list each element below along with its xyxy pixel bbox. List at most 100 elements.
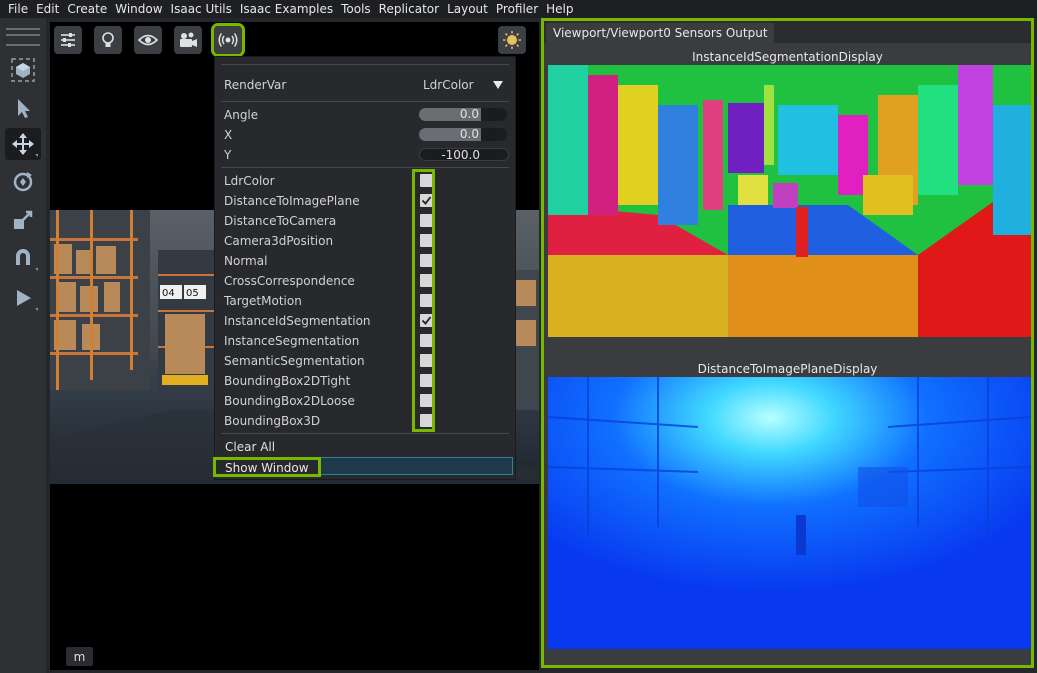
toolbar-grip[interactable] (6, 28, 40, 46)
rendervar-row[interactable]: DistanceToCamera (215, 211, 515, 231)
eye-icon (138, 34, 158, 46)
window-footer (544, 651, 1031, 665)
rendervar-row[interactable]: InstanceIdSegmentation (215, 311, 515, 331)
rendervar-dropdown[interactable]: LdrColor (423, 78, 474, 92)
viewport-lighting-button[interactable] (94, 26, 122, 54)
rendervar-option-label: CrossCorrespondence (224, 274, 355, 288)
rotate-icon (13, 172, 33, 192)
snap-magnet-icon (16, 249, 30, 265)
rendervar-label: RenderVar (224, 78, 287, 92)
viewport-camera-button[interactable] (174, 26, 202, 54)
rendervar-row[interactable]: Camera3dPosition (215, 231, 515, 251)
y-value: -100.0 (441, 148, 480, 161)
viewport-display-button[interactable] (134, 26, 162, 54)
instance-id-segmentation-image (548, 65, 1031, 337)
rendervar-option-label: InstanceIdSegmentation (224, 314, 371, 328)
box-select-tool[interactable] (5, 54, 41, 86)
panel-divider (221, 433, 509, 434)
scale-icon (14, 210, 33, 229)
play-icon (17, 290, 31, 306)
rendervar-option-label: BoundingBox3D (224, 414, 321, 428)
rendervar-option-label: BoundingBox2DLoose (224, 394, 355, 408)
rendervar-row[interactable]: LdrColor (215, 171, 515, 191)
rendervar-option-label: DistanceToImagePlane (224, 194, 360, 208)
menu-edit[interactable]: Edit (32, 0, 63, 18)
rendervar-option-label: DistanceToCamera (224, 214, 337, 228)
camera-icon (180, 32, 197, 47)
viewport-render-mode-button[interactable] (498, 26, 526, 54)
move-icon (12, 133, 34, 155)
box-select-icon (11, 58, 35, 82)
rendervar-option-label: TargetMotion (224, 294, 302, 308)
viewport-settings-button[interactable] (54, 26, 82, 54)
y-field[interactable]: -100.0 (419, 148, 509, 161)
instance-id-caption: InstanceIdSegmentationDisplay (692, 50, 883, 64)
y-label: Y (224, 148, 232, 162)
menu-isaac-examples[interactable]: Isaac Examples (236, 0, 337, 18)
clear-all-button[interactable]: Clear All (225, 440, 275, 454)
select-tool[interactable] (5, 92, 41, 124)
rendervar-option-label: BoundingBox2DTight (224, 374, 351, 388)
sensors-output-tab-title: Viewport/Viewport0 Sensors Output (553, 26, 768, 40)
select-arrow-icon (18, 99, 30, 118)
show-window-label: Show Window (225, 461, 309, 475)
sensors-output-window: Viewport/Viewport0 Sensors Output Instan… (541, 18, 1034, 668)
menu-create[interactable]: Create (63, 0, 111, 18)
scale-tool[interactable] (5, 204, 41, 236)
angle-label: Angle (224, 108, 259, 122)
rendervar-row[interactable]: Normal (215, 251, 515, 271)
rendervar-row[interactable]: DistanceToImagePlane (215, 191, 515, 211)
viewport-m-label[interactable]: m (66, 647, 93, 666)
viewport-sensor-button[interactable] (211, 23, 245, 57)
play-tool-submenu-indicator (35, 308, 38, 311)
rendervar-option-label: InstanceSegmentation (224, 334, 360, 348)
rack-label-04: 04 (162, 288, 175, 299)
sensor-broadcast-icon (218, 33, 238, 47)
menu-profiler[interactable]: Profiler (492, 0, 542, 18)
menu-file[interactable]: File (0, 0, 32, 18)
sensor-panel: RenderVar LdrColor Angle 0.0 X 0.0 Y -10… (213, 56, 516, 480)
menu-bar: File Edit Create Window Isaac Utils Isaac Exa… (0, 0, 1037, 18)
rotate-tool[interactable] (5, 166, 41, 198)
angle-slider[interactable]: 0.0 (419, 108, 507, 121)
snap-tool[interactable] (5, 242, 41, 274)
left-toolbar (0, 18, 46, 673)
menu-isaac-utils[interactable]: Isaac Utils (167, 0, 236, 18)
menu-help[interactable]: Help (542, 0, 577, 18)
rendervar-row[interactable]: BoundingBox3D (215, 411, 515, 431)
rendervar-option-label: SemanticSegmentation (224, 354, 365, 368)
menu-layout[interactable]: Layout (443, 0, 492, 18)
sensors-output-tab[interactable]: Viewport/Viewport0 Sensors Output (546, 23, 774, 43)
rendervar-row[interactable]: SemanticSegmentation (215, 351, 515, 371)
snap-tool-submenu-indicator (35, 268, 38, 271)
menu-replicator[interactable]: Replicator (375, 0, 443, 18)
move-tool[interactable] (5, 128, 41, 160)
menu-tools[interactable]: Tools (337, 0, 375, 18)
x-slider[interactable]: 0.0 (419, 128, 507, 141)
show-window-button[interactable]: Show Window (213, 457, 321, 477)
rendervar-row[interactable]: BoundingBox2DLoose (215, 391, 515, 411)
lightbulb-icon (102, 32, 114, 47)
panel-divider (221, 101, 509, 102)
rendervar-option-label: Normal (224, 254, 268, 268)
menu-window[interactable]: Window (111, 0, 166, 18)
show-window-progress (311, 457, 513, 475)
move-tool-submenu-indicator (35, 154, 38, 157)
settings-sliders-icon (61, 33, 75, 47)
rendervar-row[interactable]: BoundingBox2DTight (215, 371, 515, 391)
play-tool[interactable] (5, 282, 41, 314)
rendervar-option-label: Camera3dPosition (224, 234, 334, 248)
rendervar-option-label: LdrColor (224, 174, 275, 188)
dropdown-arrow-icon[interactable] (493, 81, 503, 89)
rack-label-05: 05 (186, 288, 199, 299)
x-label: X (224, 128, 233, 142)
distance-caption: DistanceToImagePlaneDisplay (697, 362, 878, 376)
rendervar-row[interactable]: InstanceSegmentation (215, 331, 515, 351)
distance-to-image-plane-image (548, 377, 1031, 649)
rendervar-row[interactable]: TargetMotion (215, 291, 515, 311)
panel-divider (221, 64, 509, 65)
sun-icon (503, 31, 521, 49)
checkbox-column-highlight (412, 169, 435, 432)
angle-value: 0.0 (459, 108, 479, 121)
rendervar-row[interactable]: CrossCorrespondence (215, 271, 515, 291)
